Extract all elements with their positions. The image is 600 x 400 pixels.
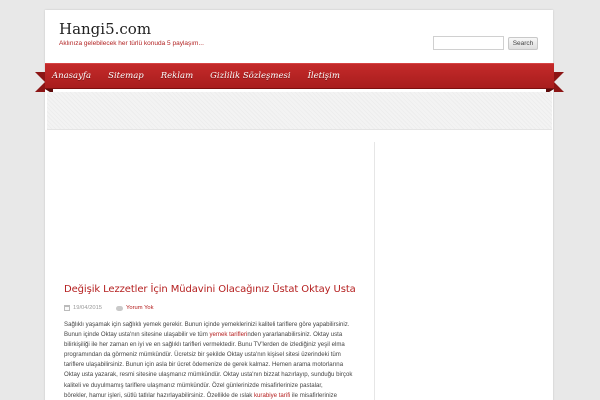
body-text: bilirkişiliği ile her zaman en iyi ve en… — [64, 341, 345, 349]
site-title[interactable]: Hangi5.com — [59, 20, 151, 38]
body-text: nden yararlanabilirsiniz. Oktay usta — [247, 331, 343, 339]
post-body-line: bilirkişiliği ile her zaman en iyi ve en… — [64, 340, 366, 350]
post-body-line: börekler, hamur işleri, sütlü tatlılar h… — [64, 391, 366, 400]
body-text: programından da görmeniz mümkündür. Ücre… — [64, 351, 341, 359]
post-body-line: Sağlıklı yaşamak için sağlıklı yemek ger… — [64, 320, 366, 330]
inline-link[interactable]: kurabiye tarifi — [254, 392, 290, 399]
ribbon-right-end — [554, 72, 564, 92]
post-title[interactable]: Değişik Lezzetler İçin Müdavini Olacağın… — [64, 284, 356, 295]
body-text: ile misafirlerinize — [290, 391, 337, 399]
body-text: tariflere ulaşabilirsiniz. Bunun için as… — [64, 361, 344, 369]
nav-item-reklam[interactable]: Reklam — [161, 71, 193, 81]
inline-link[interactable]: yemek tarifleri — [209, 331, 247, 338]
sidebar-divider — [374, 142, 375, 400]
search-button[interactable]: Search — [508, 37, 538, 50]
header-pattern-band — [47, 92, 552, 130]
post-meta: 19/04/2015 Yorum Yok — [64, 305, 154, 311]
post-body: Sağlıklı yaşamak için sağlıklı yemek ger… — [64, 320, 366, 400]
nav-item-gizlilik[interactable]: Gizlilik Sözleşmesi — [210, 71, 290, 81]
body-text: Oktay usta yazarak, resmi sitesine ulaşm… — [64, 371, 353, 379]
comment-icon — [116, 305, 124, 311]
post-date: 19/04/2015 — [73, 305, 103, 311]
nav-item-anasayfa[interactable]: Anasayfa — [52, 71, 91, 81]
post-body-line: programından da görmeniz mümkündür. Ücre… — [64, 350, 366, 360]
post-body-line: Bunun içinde Oktay usta'nın sitesine ula… — [64, 330, 366, 340]
body-text: börekler, hamur işleri, sütlü tatlılar h… — [64, 391, 254, 399]
nav-item-iletisim[interactable]: İletişim — [308, 71, 340, 81]
body-text: Sağlıklı yaşamak için sağlıklı yemek ger… — [64, 321, 350, 328]
search-input[interactable] — [433, 36, 504, 50]
post-body-line: Oktay usta yazarak, resmi sitesine ulaşm… — [64, 370, 366, 380]
calendar-icon — [64, 305, 70, 311]
site-tagline: Aklınıza gelebilecek her türlü konuda 5 … — [59, 40, 204, 47]
body-text: kaliteli ve duyulmamış tariflere ulaşman… — [64, 381, 323, 389]
post-body-line: tariflere ulaşabilirsiniz. Bunun için as… — [64, 360, 366, 370]
post-comments-link[interactable]: Yorum Yok — [126, 305, 154, 311]
nav-item-sitemap[interactable]: Sitemap — [108, 71, 144, 81]
post-body-line: kaliteli ve duyulmamış tariflere ulaşman… — [64, 381, 366, 391]
body-text: Bunun içinde Oktay usta'nın sitesine ula… — [64, 331, 210, 339]
ribbon-left-end — [35, 72, 45, 92]
nav-menu: Anasayfa Sitemap Reklam Gizlilik Sözleşm… — [52, 63, 357, 89]
